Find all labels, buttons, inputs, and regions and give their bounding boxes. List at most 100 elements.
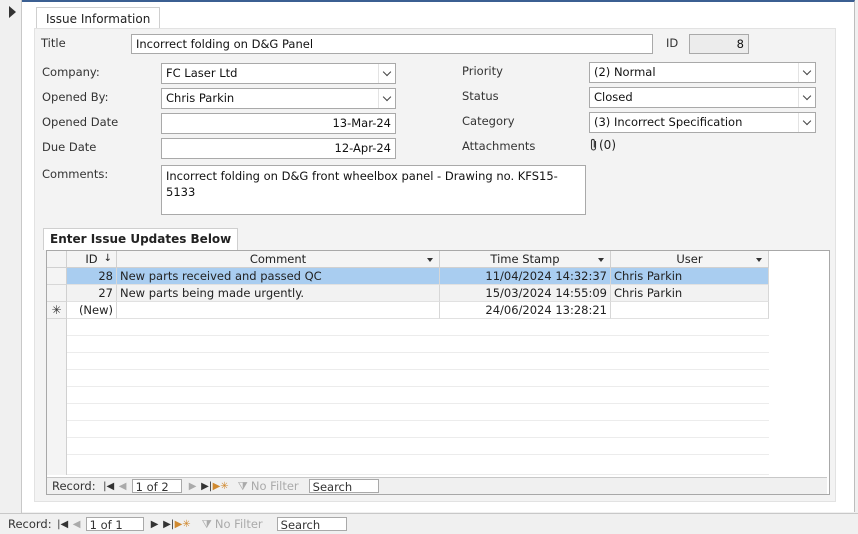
column-header-label: ID <box>85 252 98 266</box>
category-value: (3) Incorrect Specification <box>594 115 743 129</box>
column-header-comment[interactable]: Comment <box>117 251 440 268</box>
filter-icon: ⧩ <box>201 516 212 531</box>
search-input[interactable]: Search <box>308 479 379 494</box>
chevron-down-icon <box>802 91 812 101</box>
opened-by-combobox[interactable]: Chris Parkin <box>161 88 396 109</box>
status-value: Closed <box>594 90 633 104</box>
opened-by-dropdown-button[interactable] <box>378 89 395 108</box>
due-date-label: Due Date <box>42 140 97 154</box>
opened-by-value: Chris Parkin <box>166 91 235 105</box>
attachments-control[interactable]: (0) <box>589 138 616 152</box>
subform-record-navigation: Record: |◀ ◀ 1 of 2 ▶ ▶| ▶✳ ⧩ No Filter … <box>47 477 827 494</box>
cell-comment[interactable]: New parts received and passed QC <box>117 268 440 285</box>
chevron-down-icon <box>382 92 392 102</box>
category-combobox[interactable]: (3) Incorrect Specification <box>589 112 816 133</box>
column-header-label: User <box>676 252 703 266</box>
id-label: ID <box>666 36 679 50</box>
paperclip-icon <box>590 138 597 151</box>
column-header-user[interactable]: User <box>611 251 769 268</box>
record-label: Record: <box>52 479 96 493</box>
column-dropdown-icon[interactable] <box>598 258 604 262</box>
status-combobox[interactable]: Closed <box>589 87 816 108</box>
row-selector[interactable] <box>47 268 67 285</box>
new-record-icon[interactable]: ▶✳ <box>213 479 229 493</box>
previous-record-icon[interactable]: ◀ <box>70 517 84 531</box>
column-dropdown-icon[interactable] <box>427 258 433 262</box>
company-combobox[interactable]: FC Laser Ltd <box>161 63 396 84</box>
cell-timestamp[interactable]: 11/04/2024 14:32:37 <box>440 268 611 285</box>
record-position-field[interactable]: 1 of 2 <box>131 479 182 494</box>
company-label: Company: <box>42 65 100 79</box>
empty-row <box>47 421 769 438</box>
current-record-arrow-icon <box>9 6 16 18</box>
record-position-field[interactable]: 1 of 1 <box>85 517 144 532</box>
cell-id[interactable]: (New) <box>67 302 117 319</box>
cell-id[interactable]: 28 <box>67 268 117 285</box>
empty-row <box>47 438 769 455</box>
company-dropdown-button[interactable] <box>378 64 395 83</box>
last-record-icon[interactable]: ▶| <box>162 517 176 531</box>
first-record-icon[interactable]: |◀ <box>56 517 70 531</box>
priority-dropdown-button[interactable] <box>798 63 815 82</box>
first-record-icon[interactable]: |◀ <box>102 479 116 493</box>
record-label: Record: <box>8 517 52 531</box>
table-row[interactable]: 27 New parts being made urgently. 15/03/… <box>47 285 769 302</box>
tab-issue-information[interactable]: Issue Information <box>36 7 161 30</box>
cell-user[interactable] <box>611 302 769 319</box>
main-record-navigation: Record: |◀ ◀ 1 of 1 ▶ ▶| ▶✳ ⧩ No Filter … <box>0 513 858 534</box>
cell-user[interactable]: Chris Parkin <box>611 268 769 285</box>
next-record-icon[interactable]: ▶ <box>148 517 162 531</box>
attachments-count: (0) <box>599 138 616 152</box>
cell-user[interactable]: Chris Parkin <box>611 285 769 302</box>
chevron-down-icon <box>802 66 812 76</box>
empty-row <box>47 336 769 353</box>
column-header-timestamp[interactable]: Time Stamp <box>440 251 611 268</box>
empty-row <box>47 455 769 475</box>
next-record-icon[interactable]: ▶ <box>186 479 200 493</box>
cell-timestamp[interactable]: 15/03/2024 14:55:09 <box>440 285 611 302</box>
row-selector[interactable] <box>47 285 67 302</box>
issue-updates-datasheet: ID ↓ Comment Time Stamp User 28 New part… <box>46 250 830 495</box>
comments-field[interactable]: Incorrect folding on D&G front wheelbox … <box>161 165 586 215</box>
chevron-down-icon <box>382 67 392 77</box>
cell-id[interactable]: 27 <box>67 285 117 302</box>
cell-timestamp[interactable]: 24/06/2024 13:28:21 <box>440 302 611 319</box>
select-all-corner[interactable] <box>47 251 67 268</box>
subform-tab[interactable]: Enter Issue Updates Below <box>43 228 239 250</box>
tab-label: Issue Information <box>46 12 151 26</box>
last-record-icon[interactable]: ▶| <box>200 479 214 493</box>
due-date-field[interactable]: 12-Apr-24 <box>161 138 396 159</box>
priority-combobox[interactable]: (2) Normal <box>589 62 816 83</box>
column-header-label: Comment <box>249 252 307 266</box>
subform-label: Enter Issue Updates Below <box>50 232 232 246</box>
column-header-id[interactable]: ID ↓ <box>67 251 117 268</box>
column-dropdown-icon[interactable] <box>756 258 762 262</box>
category-dropdown-button[interactable] <box>798 113 815 132</box>
cell-comment[interactable] <box>117 302 440 319</box>
search-input[interactable]: Search <box>276 517 347 532</box>
no-filter-label: No Filter <box>214 517 263 531</box>
new-record-icon[interactable]: ▶✳ <box>175 517 191 531</box>
chevron-down-icon <box>802 116 812 126</box>
status-dropdown-button[interactable] <box>798 88 815 107</box>
opened-date-label: Opened Date <box>42 115 119 129</box>
no-filter-button[interactable]: ⧩ No Filter <box>202 517 263 532</box>
title-label: Title <box>41 36 66 50</box>
no-filter-button[interactable]: ⧩ No Filter <box>238 479 299 494</box>
table-row[interactable]: 28 New parts received and passed QC 11/0… <box>47 268 769 285</box>
category-label: Category <box>462 114 515 128</box>
column-header-label: Time Stamp <box>490 252 560 266</box>
previous-record-icon[interactable]: ◀ <box>116 479 130 493</box>
new-record-row[interactable]: ✳ (New) 24/06/2024 13:28:21 <box>47 302 769 319</box>
status-label: Status <box>462 89 499 103</box>
main-record-selector[interactable] <box>0 0 22 513</box>
priority-value: (2) Normal <box>594 65 656 79</box>
sort-descending-icon[interactable]: ↓ <box>104 251 112 267</box>
attachments-label: Attachments <box>462 139 536 153</box>
company-value: FC Laser Ltd <box>166 66 238 80</box>
opened-by-label: Opened By: <box>42 90 109 104</box>
opened-date-field[interactable]: 13-Mar-24 <box>161 113 396 134</box>
title-field[interactable]: Incorrect folding on D&G Panel <box>131 34 653 54</box>
cell-comment[interactable]: New parts being made urgently. <box>117 285 440 302</box>
new-record-icon: ✳ <box>47 302 67 319</box>
